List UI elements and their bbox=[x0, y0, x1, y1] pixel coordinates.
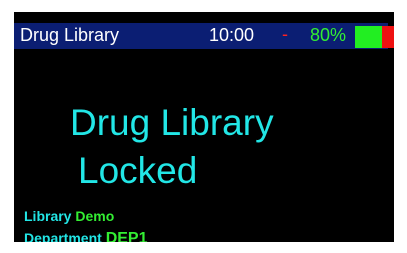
locked-message-line1: Drug Library bbox=[70, 102, 274, 143]
battery-empty-fill bbox=[382, 26, 394, 48]
status-title: Drug Library bbox=[20, 25, 120, 45]
department-row: Department DEP1 bbox=[24, 230, 147, 242]
library-row: Library Demo bbox=[24, 208, 114, 224]
battery-icon bbox=[355, 26, 394, 48]
battery-percent: 80% bbox=[310, 25, 347, 45]
infusion-pump-display: Drug Library 10:00 - 80% Drug Library Lo… bbox=[0, 0, 407, 253]
screen: Drug Library 10:00 - 80% Drug Library Lo… bbox=[14, 12, 394, 242]
locked-message-line2: Locked bbox=[78, 150, 198, 191]
status-separator: - bbox=[282, 24, 288, 44]
department-label: Department bbox=[24, 230, 102, 242]
library-label: Library bbox=[24, 208, 72, 224]
status-time: 10:00 bbox=[209, 25, 255, 45]
battery-charge-fill bbox=[355, 26, 382, 48]
status-bar: Drug Library 10:00 - 80% bbox=[14, 23, 394, 49]
library-value: Demo bbox=[75, 208, 115, 224]
department-value: DEP1 bbox=[105, 230, 148, 242]
